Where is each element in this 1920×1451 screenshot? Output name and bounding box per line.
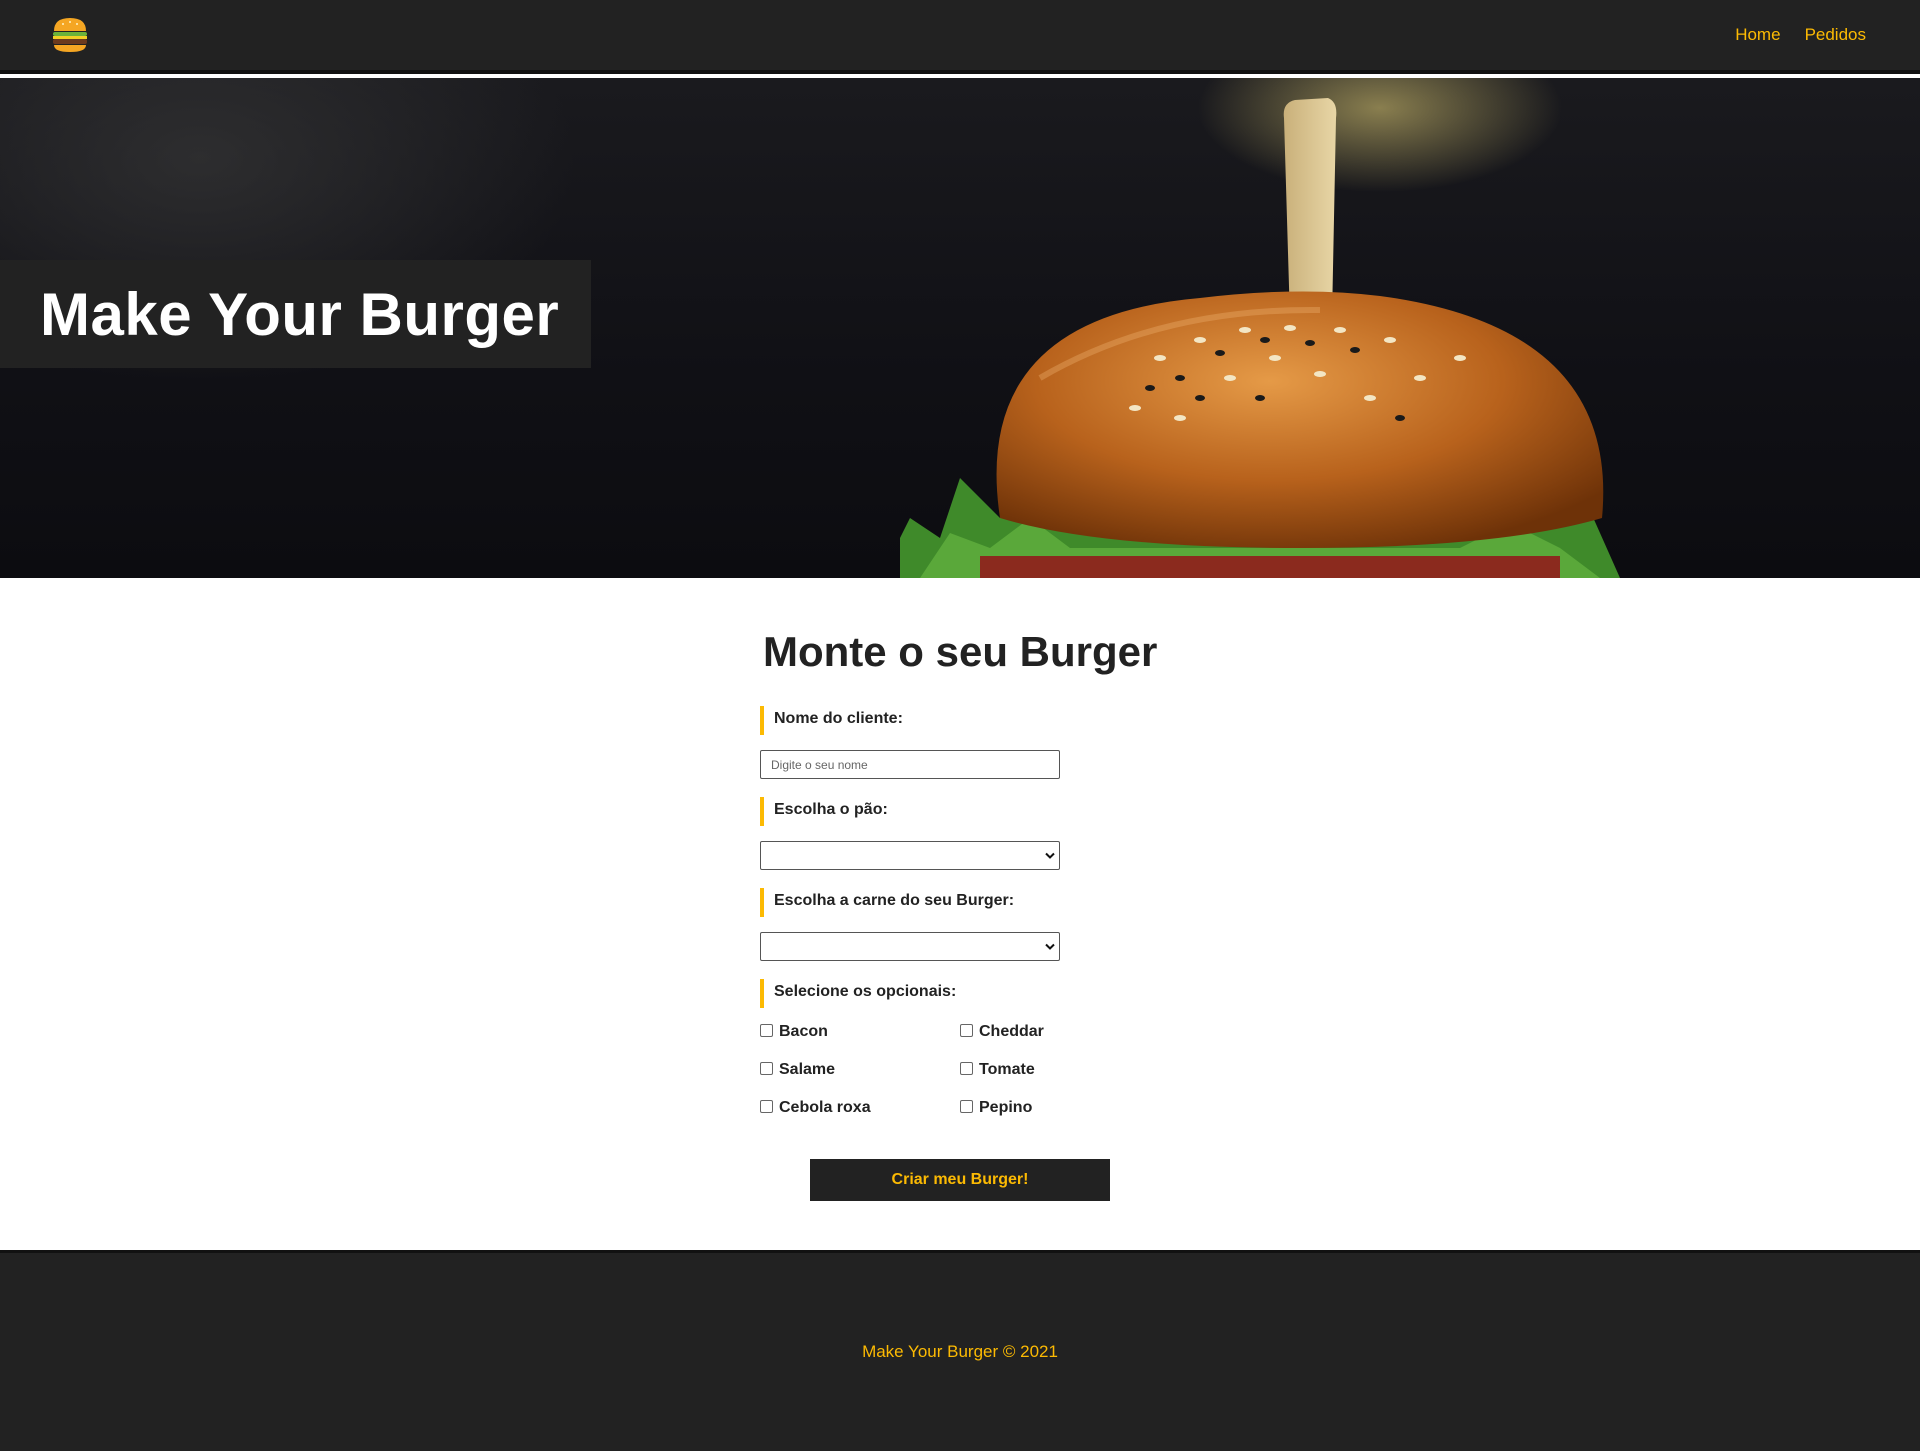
name-label: Nome do cliente: [760,706,1320,735]
main-content: Monte o seu Burger Nome do cliente: Esco… [0,578,1920,1250]
bacon-checkbox[interactable] [760,1023,773,1037]
nav-link-home[interactable]: Home [1735,25,1780,45]
submit-button[interactable]: Criar meu Burger! [810,1159,1110,1201]
nav-links: Home Pedidos [1735,25,1866,45]
optional-bacon[interactable]: Bacon [760,1021,960,1043]
optional-tomate[interactable]: Tomate [960,1059,1160,1081]
chevron-down-icon [1045,852,1055,859]
bread-label: Escolha o pão: [760,797,1320,826]
optional-label: Tomate [979,1061,1035,1078]
pepino-checkbox[interactable] [960,1099,973,1113]
bread-select[interactable] [760,841,1060,870]
page-title: Monte o seu Burger [763,628,1158,675]
optional-salame[interactable]: Salame [760,1059,960,1081]
name-input[interactable] [760,750,1060,779]
optional-label: Salame [779,1061,836,1078]
burger-icon [53,18,87,52]
burger-image [900,98,1620,578]
hero-title-box: Make Your Burger [0,260,591,368]
meat-select[interactable] [760,932,1060,961]
navbar: Home Pedidos [0,0,1920,74]
optional-cheddar[interactable]: Cheddar [960,1021,1160,1043]
salame-checkbox[interactable] [760,1061,773,1075]
meat-label: Escolha a carne do seu Burger: [760,888,1320,917]
chevron-down-icon [1045,943,1055,950]
optional-label: Pepino [979,1099,1033,1116]
optionals-list: Bacon Cheddar Salame Tomate Cebola roxa … [760,1021,1320,1119]
tomate-checkbox[interactable] [960,1061,973,1075]
optional-label: Cebola roxa [779,1099,871,1116]
footer-text: Make Your Burger © 2021 [862,1342,1058,1361]
nav-link-pedidos[interactable]: Pedidos [1805,25,1866,45]
optional-cebola-roxa[interactable]: Cebola roxa [760,1097,960,1119]
logo-link[interactable] [50,15,90,55]
optional-label: Bacon [779,1023,828,1040]
hero-title: Make Your Burger [40,280,560,348]
optional-label: Cheddar [979,1023,1044,1040]
hero-banner: Make Your Burger [0,78,1920,578]
optional-pepino[interactable]: Pepino [960,1097,1160,1119]
cebola-roxa-checkbox[interactable] [760,1099,773,1113]
footer: Make Your Burger © 2021 [0,1250,1920,1451]
burger-form: Nome do cliente: Escolha o pão: Escolha … [760,706,1320,1119]
cheddar-checkbox[interactable] [960,1023,973,1037]
optionals-label: Selecione os opcionais: [760,979,1320,1008]
